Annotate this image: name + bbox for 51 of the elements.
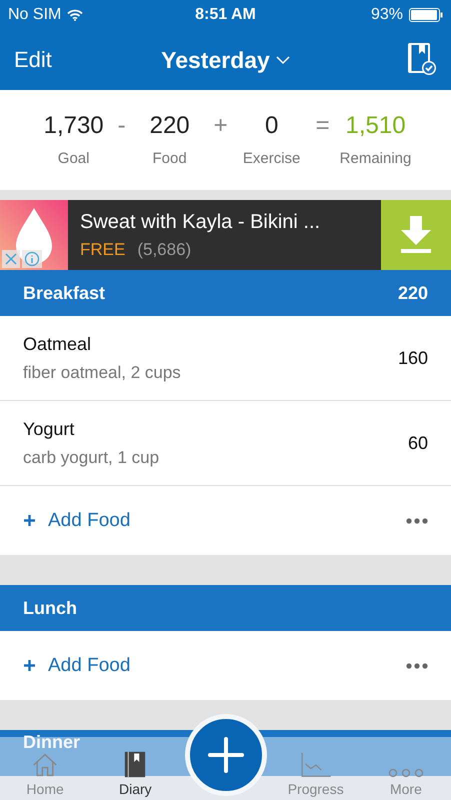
tab[interactable]: Home [0,752,90,800]
more-icon[interactable] [406,518,428,524]
tab[interactable]: Diary [90,751,180,800]
food-detail: fiber oatmeal, 2 cups [23,362,181,382]
operator-sign: = [316,112,330,140]
clock-time: 8:51 AM [195,6,256,24]
rating-count: (5,686) [137,240,192,260]
food-name: Yogurt [23,418,76,440]
download-icon [399,216,433,254]
add-food-button[interactable]: Add Food [23,654,130,676]
meal-calories: 220 [398,282,428,304]
line-chart-icon [300,752,332,778]
food-row[interactable]: Oatmeal fiber oatmeal, 2 cups 160 [0,316,451,401]
wifi-icon [67,9,84,21]
calorie-value: 1,730 [44,112,104,140]
calorie-label: Food [152,150,187,167]
battery-percent: 93% [370,6,403,24]
carrier: No SIM [8,6,62,24]
food-detail: carb yogurt, 1 cup [23,448,160,468]
date-dropdown[interactable]: Yesterday [161,46,290,74]
tab[interactable]: More [360,768,451,800]
plus-icon [23,514,36,527]
meal-name: Breakfast [23,282,106,304]
battery-icon [408,8,443,22]
more-icon[interactable] [406,662,428,668]
food-row[interactable]: Yogurt carb yogurt, 1 cup 60 [0,401,451,486]
meal-name: Dinner [23,732,80,753]
calorie-value: 1,510 [345,112,406,140]
food-calories: 60 [408,432,428,454]
notebook-icon [124,751,146,778]
food-name: Oatmeal [23,334,92,354]
calorie-value: 0 [264,112,278,140]
notebook-check-icon[interactable] [406,43,437,77]
add-food-button[interactable]: Add Food [23,510,130,532]
home-icon [31,752,60,778]
operator-sign: + [214,112,228,140]
calorie-label: Exercise [242,150,300,167]
app-price: FREE [80,240,126,260]
tab[interactable]: Progress [270,752,361,800]
calorie-label: Remaining [340,150,412,167]
meal-name: Lunch [23,598,77,618]
chevron-down-icon [276,56,290,64]
operator-sign: - [118,112,126,140]
calorie-label: Goal [58,150,90,167]
calorie-value: 220 [150,112,190,140]
more-icon [388,768,424,778]
edit-button[interactable]: Edit [14,47,94,73]
ad-title: Sweat with Kayla - Bikini ... [80,210,322,234]
plus-icon [206,736,244,774]
plus-icon [23,659,36,672]
food-calories: 160 [398,348,428,368]
